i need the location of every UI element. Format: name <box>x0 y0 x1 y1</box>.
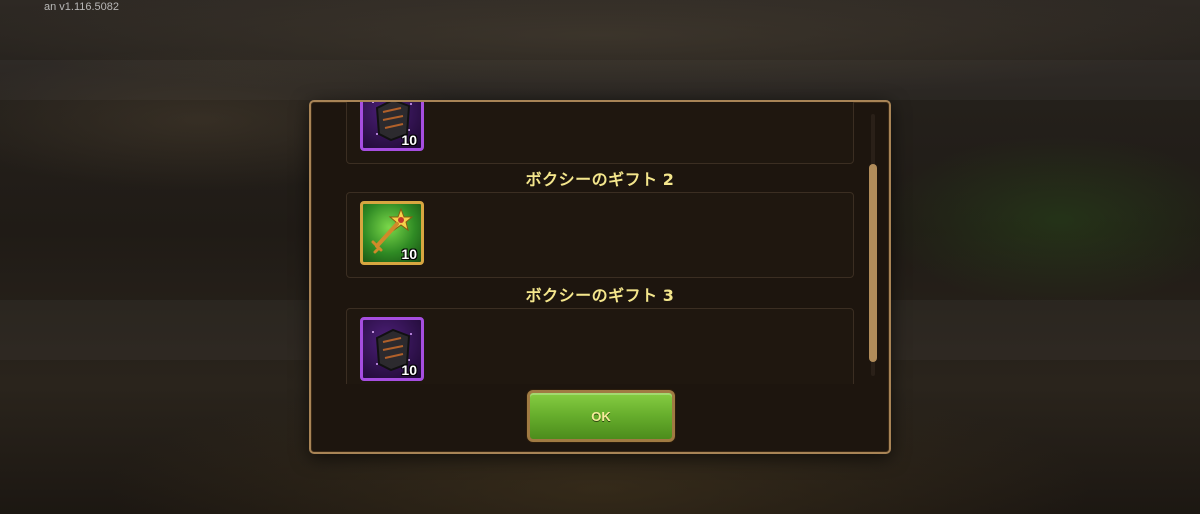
game-screen: an v1.116.5082 10 ボクシーのギフト 2 10 ボクシーのギフト… <box>0 0 1200 514</box>
gift-number: 2 <box>662 170 675 189</box>
version-label: an v1.116.5082 <box>44 1 120 13</box>
scrollbar-thumb[interactable] <box>869 164 877 362</box>
item-count: 10 <box>401 246 417 262</box>
gift-title: ボクシーのギフト 2 <box>311 166 889 190</box>
gift-title-text: ボクシーのギフト <box>525 170 658 189</box>
gift-reward-box: 10 <box>346 192 854 278</box>
item-slot[interactable]: 10 <box>360 317 424 381</box>
gift-title: ボクシーのギフト 3 <box>311 282 889 306</box>
reward-dialog: 10 ボクシーのギフト 2 10 ボクシーのギフト 3 10 OK <box>309 100 891 454</box>
ok-button-label: OK <box>591 408 611 424</box>
gift-title-text: ボクシーのギフト <box>525 286 658 305</box>
item-slot[interactable]: 10 <box>360 102 424 151</box>
gift-reward-box: 10 <box>346 308 854 384</box>
item-count: 10 <box>401 362 417 378</box>
item-count: 10 <box>401 132 417 148</box>
gift-list[interactable]: 10 ボクシーのギフト 2 10 ボクシーのギフト 3 10 <box>311 102 889 384</box>
item-slot[interactable]: 10 <box>360 201 424 265</box>
ok-button[interactable]: OK <box>527 390 675 442</box>
background-blur-band <box>0 60 1200 100</box>
gift-number: 3 <box>662 286 675 305</box>
gift-reward-box: 10 <box>346 102 854 164</box>
